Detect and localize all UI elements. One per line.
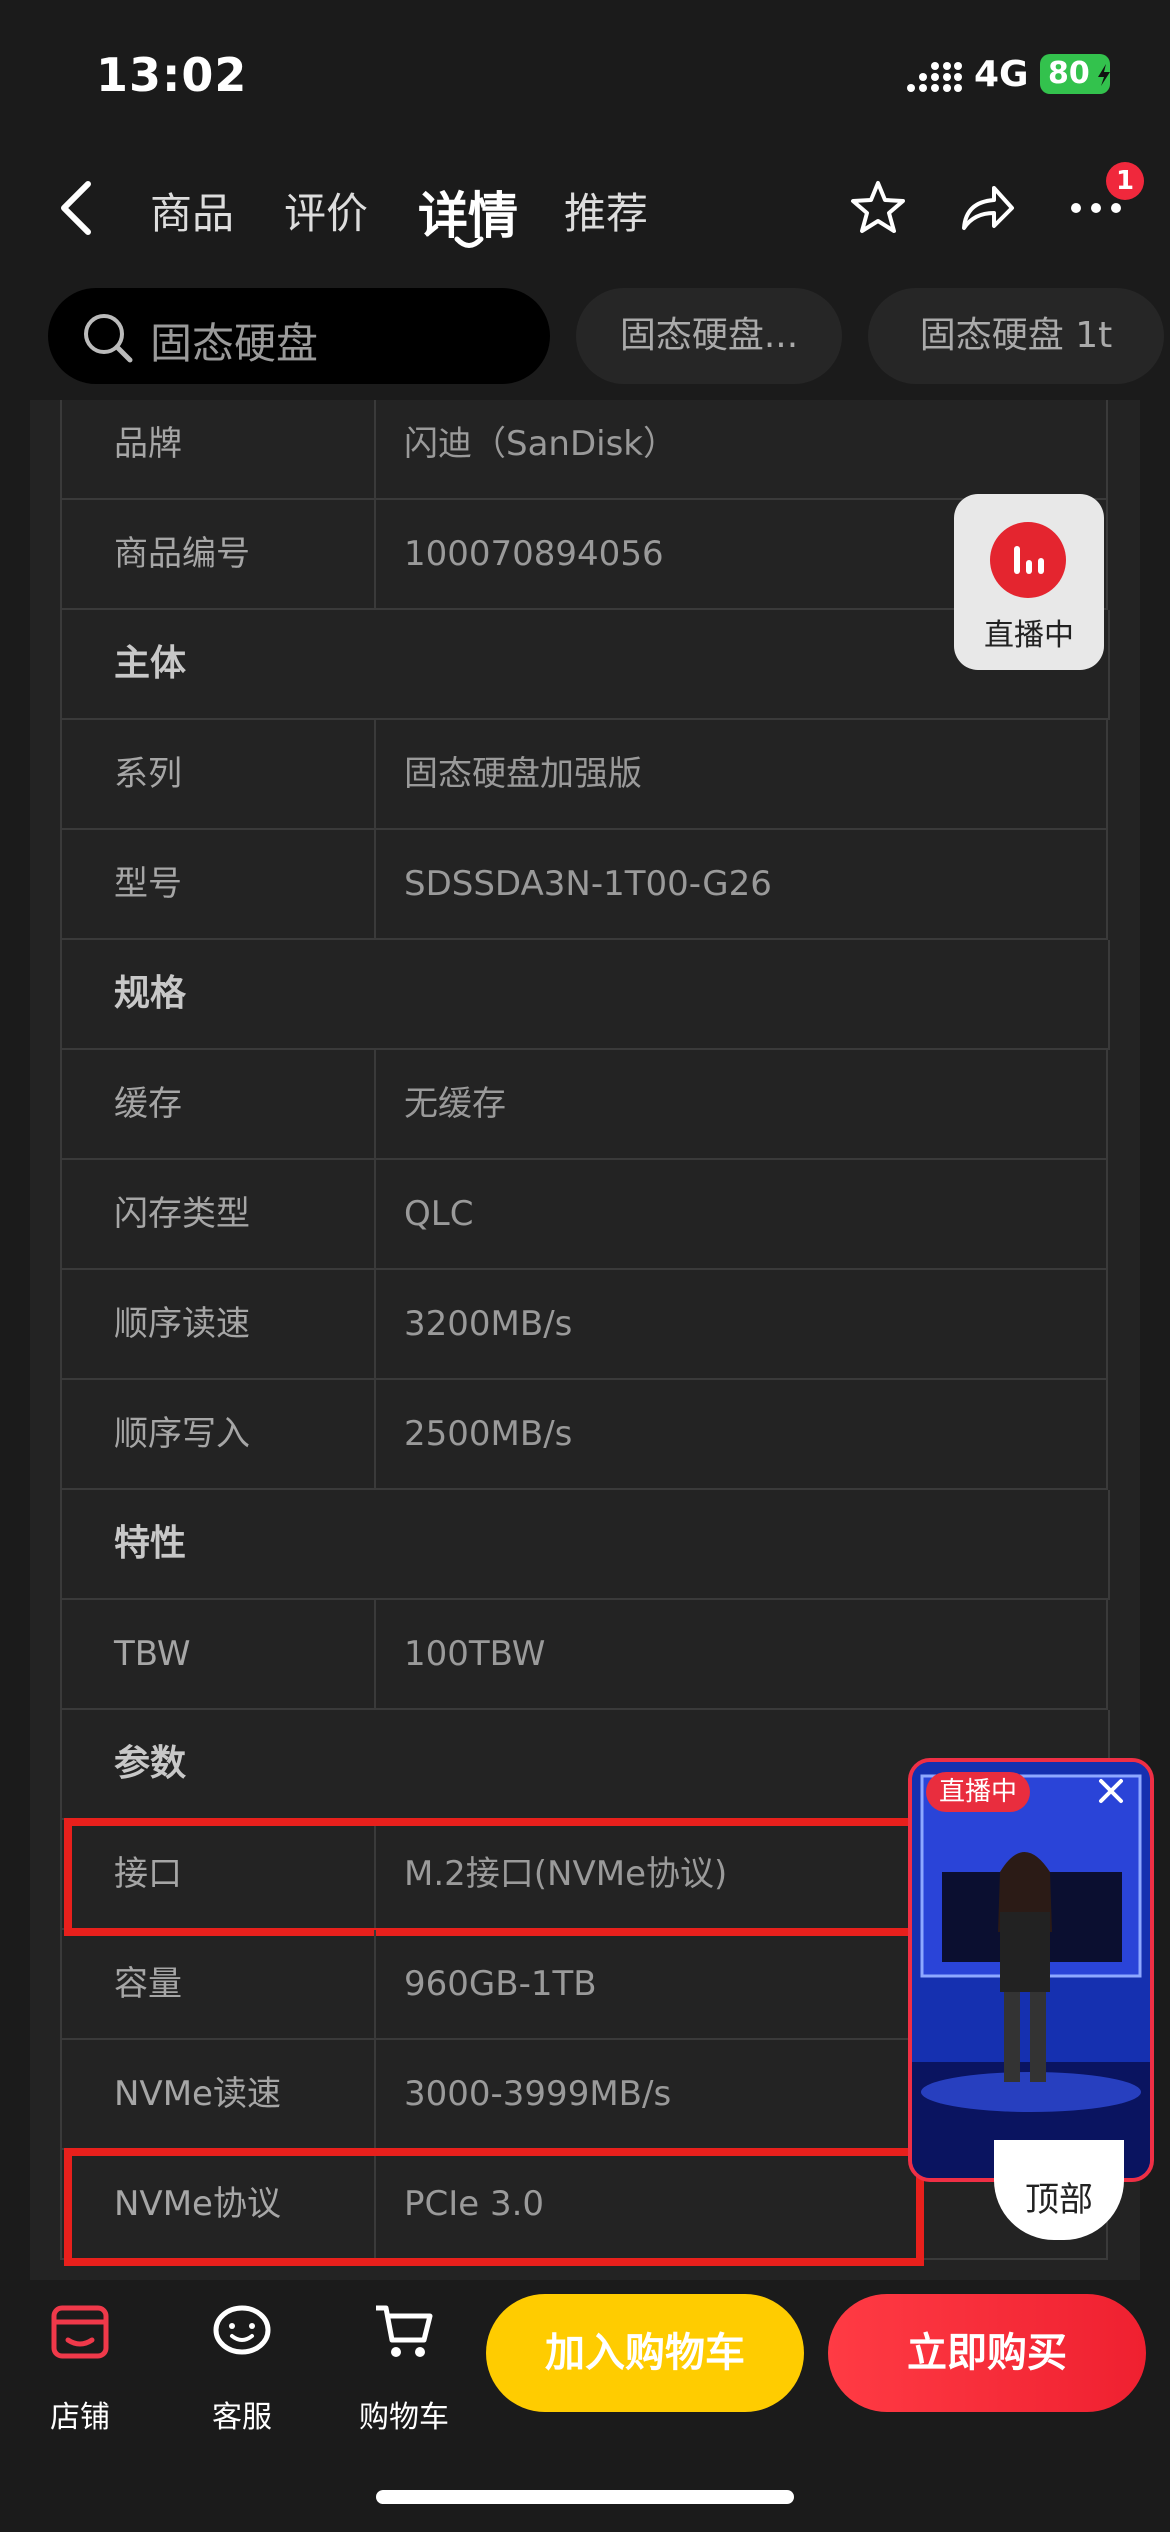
spec-key: 品牌 <box>114 424 182 464</box>
spec-key: 顺序写入 <box>114 1414 250 1454</box>
customer-service-icon[interactable] <box>210 2300 274 2364</box>
search-chip-2[interactable]: 固态硬盘 1t <box>868 288 1164 384</box>
active-tab-indicator <box>454 236 484 248</box>
spec-key-cell: 型号 <box>60 830 376 940</box>
spec-value: 固态硬盘加强版 <box>404 754 642 794</box>
spec-value: 960GB-1TB <box>404 1964 597 2004</box>
cart-icon[interactable] <box>372 2300 436 2364</box>
customer-service-label[interactable]: 客服 <box>182 2392 302 2436</box>
spec-row: 顺序写入 2500MB/s <box>60 1380 1110 1490</box>
star-icon[interactable] <box>848 178 908 238</box>
spec-key-cell: NVMe读速 <box>60 2040 376 2150</box>
spec-value-cell: 固态硬盘加强版 <box>372 720 1108 830</box>
spec-key: 闪存类型 <box>114 1194 250 1234</box>
search-chip-1[interactable]: 固态硬盘... <box>576 288 842 384</box>
notification-badge: 1 <box>1106 162 1144 200</box>
spec-key: 型号 <box>114 864 182 904</box>
highlight-box <box>64 2148 924 2266</box>
spec-key-cell: 系列 <box>60 720 376 830</box>
spec-section-title: 规格 <box>114 973 187 1014</box>
spec-key-cell: 闪存类型 <box>60 1160 376 1270</box>
tab-product[interactable]: 商品 <box>150 180 234 241</box>
tab-reviews[interactable]: 评价 <box>284 180 368 241</box>
live-button-label: 直播中 <box>984 618 1074 653</box>
spec-value: SDSSDA3N-1T00-G26 <box>404 864 772 904</box>
highlight-box <box>64 1818 924 1936</box>
spec-section-cell: 特性 <box>60 1490 1110 1600</box>
charging-icon <box>1098 64 1110 86</box>
search-icon <box>84 314 133 363</box>
spec-section-cell: 规格 <box>60 940 1110 1050</box>
spec-value: 100TBW <box>404 1634 546 1674</box>
store-label[interactable]: 店铺 <box>20 2392 140 2436</box>
home-indicator <box>376 2490 794 2504</box>
spec-value-cell: SDSSDA3N-1T00-G26 <box>372 830 1108 940</box>
spec-key: NVMe读速 <box>114 2074 281 2114</box>
spec-value-cell: 100TBW <box>372 1600 1108 1710</box>
buy-now-button[interactable]: 立即购买 <box>828 2294 1146 2412</box>
spec-value: 闪迪（SanDisk） <box>404 424 677 464</box>
status-time: 13:02 <box>96 48 248 102</box>
spec-key: 商品编号 <box>114 534 250 574</box>
spec-row: TBW 100TBW <box>60 1600 1110 1710</box>
spec-row: 品牌 闪迪（SanDisk） <box>60 400 1110 500</box>
spec-value-cell: 3200MB/s <box>372 1270 1108 1380</box>
spec-value: 无缓存 <box>404 1084 506 1124</box>
spec-row: 系列 固态硬盘加强版 <box>60 720 1110 830</box>
spec-key-cell: 顺序读速 <box>60 1270 376 1380</box>
add-to-cart-button[interactable]: 加入购物车 <box>486 2294 804 2412</box>
spec-value: QLC <box>404 1194 474 1234</box>
spec-row: 闪存类型 QLC <box>60 1160 1110 1270</box>
spec-key: 顺序读速 <box>114 1304 250 1344</box>
spec-key-cell: 缓存 <box>60 1050 376 1160</box>
spec-key-cell: 容量 <box>60 1930 376 2040</box>
spec-row: 顺序读速 3200MB/s <box>60 1270 1110 1380</box>
spec-section-title: 参数 <box>114 1743 187 1784</box>
spec-row: 商品编号 100070894056 <box>60 500 1110 610</box>
signal-icon <box>907 62 962 92</box>
spec-key: 系列 <box>114 754 182 794</box>
spec-key-cell: TBW <box>60 1600 376 1710</box>
spec-key: TBW <box>114 1634 191 1674</box>
spec-value-cell: 无缓存 <box>372 1050 1108 1160</box>
spec-section: 主体 <box>60 610 1110 720</box>
spec-key-cell: 品牌 <box>60 400 376 500</box>
spec-value: 3200MB/s <box>404 1304 573 1344</box>
spec-key-cell: 顺序写入 <box>60 1380 376 1490</box>
spec-value-cell: QLC <box>372 1160 1108 1270</box>
spec-section-title: 特性 <box>114 1523 187 1564</box>
spec-section: 规格 <box>60 940 1110 1050</box>
close-icon[interactable] <box>1094 1774 1128 1808</box>
tab-recommend[interactable]: 推荐 <box>564 180 648 241</box>
spec-value: 2500MB/s <box>404 1414 573 1454</box>
spec-row: 缓存 无缓存 <box>60 1050 1110 1160</box>
spec-key: 缓存 <box>114 1084 182 1124</box>
spec-key: 容量 <box>114 1964 182 2004</box>
live-icon <box>990 522 1066 598</box>
spec-row: 型号 SDSSDA3N-1T00-G26 <box>60 830 1110 940</box>
spec-section-title: 主体 <box>114 643 187 684</box>
spec-value-cell: 2500MB/s <box>372 1380 1108 1490</box>
live-video-window[interactable] <box>908 1758 1154 2182</box>
share-icon[interactable] <box>956 178 1016 238</box>
spec-value: 3000-3999MB/s <box>404 2074 672 2114</box>
spec-value: 100070894056 <box>404 534 664 574</box>
cart-label[interactable]: 购物车 <box>344 2392 464 2436</box>
spec-section-cell: 主体 <box>60 610 1110 720</box>
spec-key-cell: 商品编号 <box>60 500 376 610</box>
live-tag: 直播中 <box>926 1772 1030 1812</box>
spec-section: 特性 <box>60 1490 1110 1600</box>
store-icon[interactable] <box>48 2300 112 2364</box>
back-icon[interactable] <box>58 180 94 236</box>
network-label: 4G <box>974 54 1029 95</box>
search-query: 固态硬盘 <box>150 319 319 368</box>
spec-value-cell: 闪迪（SanDisk） <box>372 400 1108 500</box>
